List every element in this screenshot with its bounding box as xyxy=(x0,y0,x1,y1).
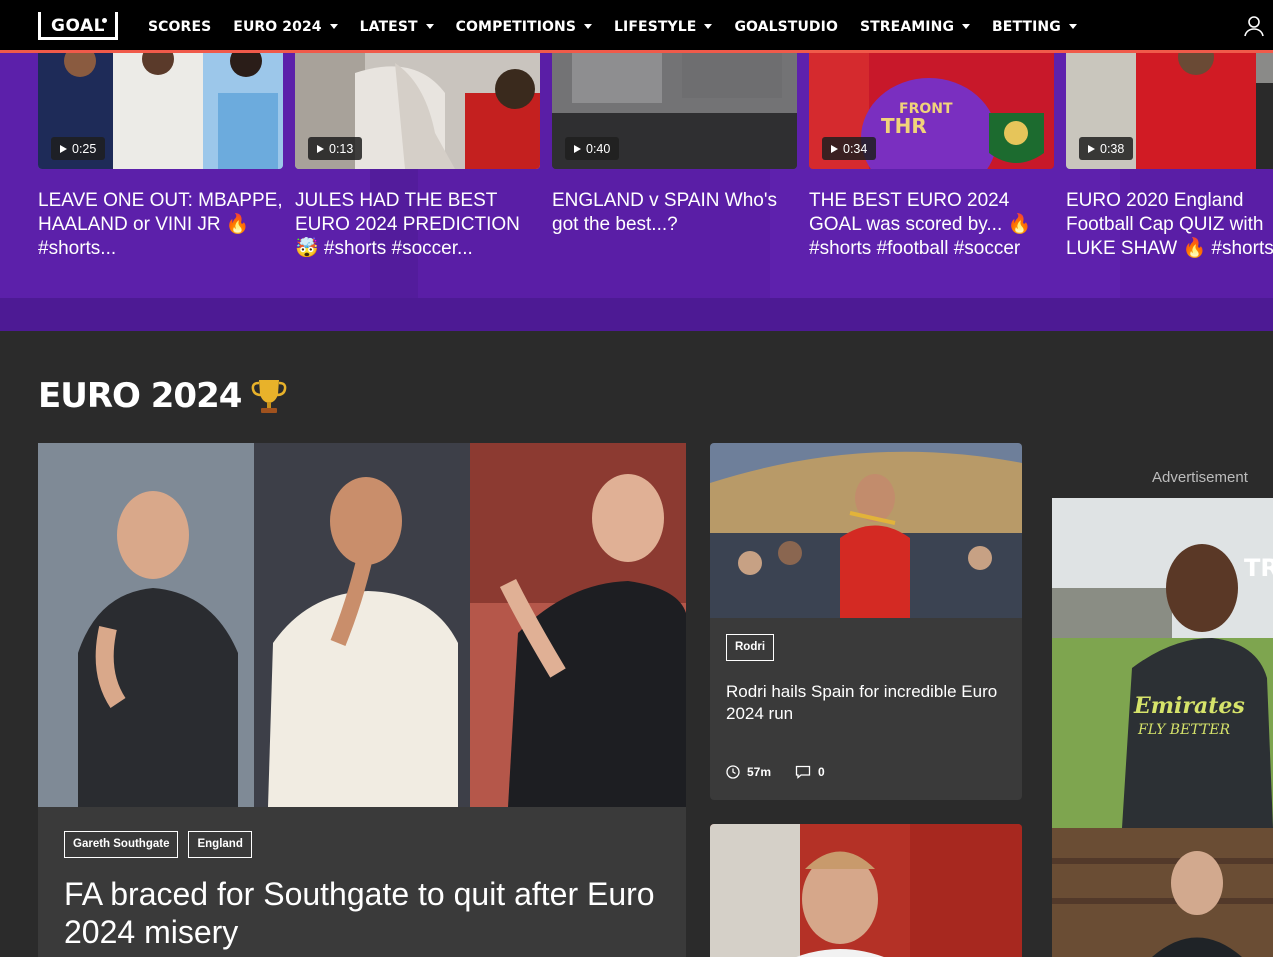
menu-label: SCORES xyxy=(148,18,212,35)
video-duration-badge: 0:25 xyxy=(51,137,106,160)
chevron-down-icon xyxy=(329,24,338,29)
video-thumbnail[interactable]: 0:25 xyxy=(38,53,283,169)
chevron-down-icon xyxy=(1068,24,1077,29)
menu-item-betting[interactable]: BETTING xyxy=(992,19,1077,35)
duration-text: 0:40 xyxy=(586,141,611,156)
trophy-icon xyxy=(252,380,287,413)
video-title[interactable]: LEAVE ONE OUT: MBAPPE, HAALAND or VINI J… xyxy=(38,189,283,261)
goal-logo[interactable]: GOAL xyxy=(38,12,118,40)
hero-title[interactable]: FA braced for Southgate to quit after Eu… xyxy=(64,875,664,951)
svg-text:Emirates: Emirates xyxy=(1133,693,1245,719)
play-icon xyxy=(60,144,67,153)
menu-item-latest[interactable]: LATEST xyxy=(360,19,434,35)
video-carousel: 0:25 LEAVE ONE OUT: MBAPPE, HAALAND or V… xyxy=(0,53,1273,331)
menu-item-euro-2024[interactable]: EURO 2024 xyxy=(233,18,338,35)
published-time: 57m xyxy=(747,765,772,779)
video-duration-badge: 0:13 xyxy=(308,137,363,160)
tag-gareth-southgate[interactable]: Gareth Southgate xyxy=(64,831,179,858)
play-icon xyxy=(1088,144,1095,153)
duration-text: 0:25 xyxy=(72,141,97,156)
tag-england[interactable]: England xyxy=(188,831,252,858)
svg-text:FLY BETTER: FLY BETTER xyxy=(1137,722,1230,738)
hero-image[interactable] xyxy=(38,443,686,807)
chevron-down-icon xyxy=(704,24,713,29)
top-navigation: GOAL SCORES EURO 2024 LATEST COMPETITION… xyxy=(0,0,1273,53)
svg-text:TR: TR xyxy=(1244,554,1273,582)
hero-article[interactable]: Gareth Southgate England FA braced for S… xyxy=(38,443,686,957)
video-card[interactable]: 0:40 ENGLAND v SPAIN Who's got the best.… xyxy=(552,53,797,237)
side-article-title[interactable]: Rodri hails Spain for incredible Euro 20… xyxy=(726,681,1006,725)
video-thumbnail[interactable]: FRONT THR 0:34 xyxy=(809,53,1054,169)
menu-item-lifestyle[interactable]: LIFESTYLE xyxy=(614,18,713,35)
video-card[interactable]: 0:13 JULES HAD THE BEST EURO 2024 PREDIC… xyxy=(295,53,540,261)
video-title[interactable]: JULES HAD THE BEST EURO 2024 PREDICTION … xyxy=(295,189,540,261)
chevron-down-icon xyxy=(962,24,971,29)
hero-photo xyxy=(38,443,686,807)
side-article-photo xyxy=(710,443,1022,618)
strip-band xyxy=(0,298,1273,331)
video-thumbnail[interactable]: 0:40 xyxy=(552,53,797,169)
video-card[interactable]: FRONT THR 0:34 THE BEST EURO 2024 GOAL w… xyxy=(809,53,1054,261)
section-title-text: EURO 2024 xyxy=(38,376,242,416)
video-duration-badge: 0:34 xyxy=(822,137,877,160)
comment-icon xyxy=(795,765,811,779)
video-thumbnail[interactable]: 0:13 xyxy=(295,53,540,169)
video-title[interactable]: ENGLAND v SPAIN Who's got the best...? xyxy=(552,189,797,237)
main-menu: SCORES EURO 2024 LATEST COMPETITIONS LIF… xyxy=(148,0,1099,53)
user-account-icon[interactable] xyxy=(1243,15,1265,37)
menu-item-goalstudio[interactable]: GOALSTUDIO xyxy=(734,19,838,35)
logo-dot xyxy=(102,18,107,23)
video-card[interactable]: 0:38 EURO 2020 England Football Cap QUIZ… xyxy=(1066,53,1273,261)
section-title[interactable]: EURO 2024 xyxy=(38,376,289,416)
play-icon xyxy=(831,144,838,153)
side-article-2-photo xyxy=(710,824,1022,957)
article-meta: 57m 0 xyxy=(726,765,825,779)
menu-label: BETTING xyxy=(992,18,1061,35)
advertisement-label: Advertisement xyxy=(1152,469,1248,486)
chevron-down-icon xyxy=(425,24,434,29)
menu-label: STREAMING xyxy=(859,18,955,35)
duration-text: 0:34 xyxy=(843,141,868,156)
menu-label: COMPETITIONS xyxy=(455,18,577,35)
side-article[interactable]: Rodri Rodri hails Spain for incredible E… xyxy=(710,443,1022,800)
menu-item-scores[interactable]: SCORES xyxy=(148,19,211,35)
side-article-2[interactable] xyxy=(710,824,1022,957)
logo-text: GOAL xyxy=(51,16,105,36)
video-duration-badge: 0:38 xyxy=(1079,137,1134,160)
duration-text: 0:13 xyxy=(329,141,354,156)
advertisement-banner[interactable]: Emirates FLY BETTER TR xyxy=(1052,498,1273,957)
play-icon xyxy=(574,144,581,153)
video-thumbnail[interactable]: 0:38 xyxy=(1066,53,1273,169)
menu-label: LATEST xyxy=(359,18,418,35)
video-title[interactable]: EURO 2020 England Football Cap QUIZ with… xyxy=(1066,189,1273,261)
tag-rodri[interactable]: Rodri xyxy=(726,634,775,661)
comment-count[interactable]: 0 xyxy=(818,765,825,779)
video-title[interactable]: THE BEST EURO 2024 GOAL was scored by...… xyxy=(809,189,1054,261)
menu-label: EURO 2024 xyxy=(233,18,322,35)
svg-text:THR: THR xyxy=(881,114,927,138)
video-card[interactable]: 0:25 LEAVE ONE OUT: MBAPPE, HAALAND or V… xyxy=(38,53,283,261)
duration-text: 0:38 xyxy=(1100,141,1125,156)
side-article-image[interactable] xyxy=(710,443,1022,618)
menu-item-streaming[interactable]: STREAMING xyxy=(859,18,971,35)
menu-item-competitions[interactable]: COMPETITIONS xyxy=(455,18,593,35)
menu-label: LIFESTYLE xyxy=(614,18,697,35)
play-icon xyxy=(317,144,324,153)
hero-tags: Gareth Southgate England xyxy=(64,831,252,858)
chevron-down-icon xyxy=(584,24,593,29)
ad-image: Emirates FLY BETTER TR xyxy=(1052,498,1273,957)
menu-label: GOALSTUDIO xyxy=(734,18,838,35)
video-duration-badge: 0:40 xyxy=(565,137,620,160)
clock-icon xyxy=(726,765,740,779)
